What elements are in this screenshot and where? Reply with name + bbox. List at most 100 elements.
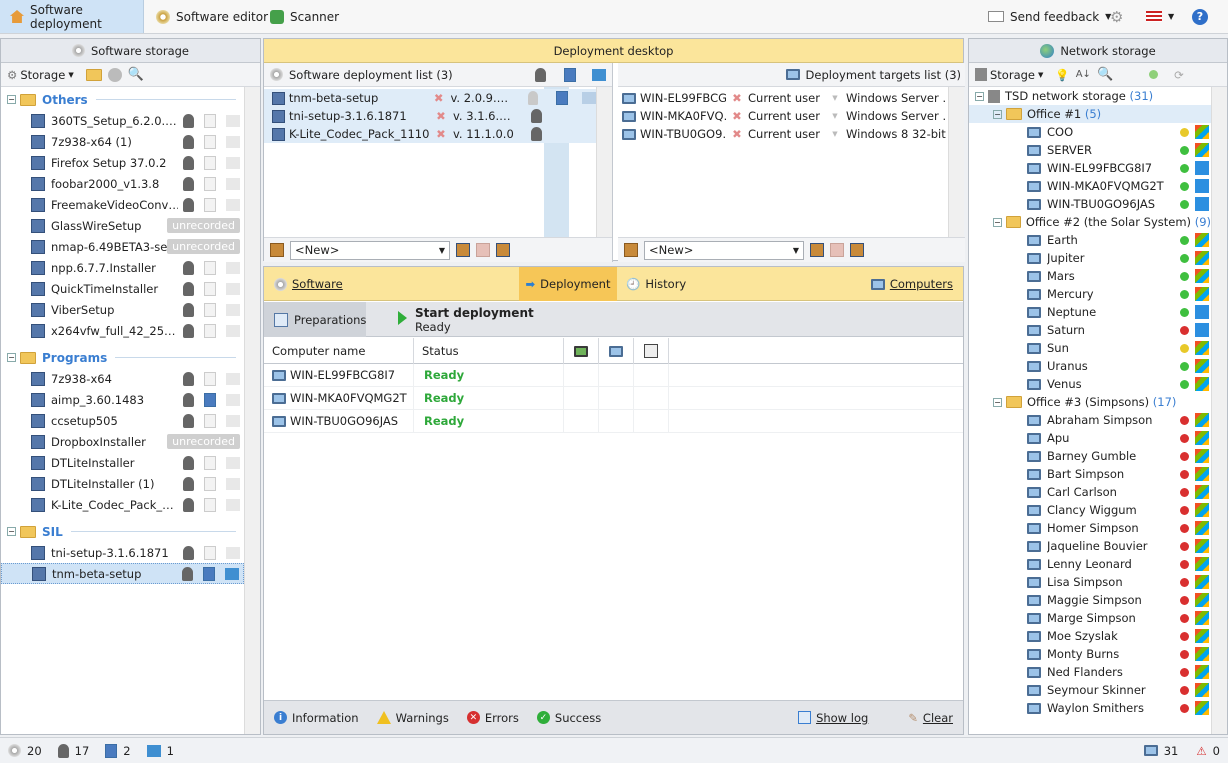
collapse-icon[interactable]: − xyxy=(7,527,16,536)
sw-list-item[interactable]: K-Lite_Codec_Pack_1110… ✖ v. 11.1.0.0 xyxy=(264,125,596,143)
column-computer-name[interactable]: Computer name xyxy=(264,338,414,364)
ghost-icon[interactable] xyxy=(182,566,193,581)
remove-icon[interactable]: ✖ xyxy=(726,91,748,105)
computer-node[interactable]: Homer Simpson xyxy=(969,519,1211,537)
collapse-icon[interactable]: − xyxy=(7,95,16,104)
storage-item[interactable]: DTLiteInstaller (1) xyxy=(1,473,244,494)
film-icon[interactable] xyxy=(204,497,216,512)
sw-list-item[interactable]: tni-setup-3.1.6.1871 ✖ v. 3.1.6.… xyxy=(264,107,596,125)
show-log-button[interactable]: Show log xyxy=(798,711,868,725)
computer-node[interactable]: Lenny Leonard xyxy=(969,555,1211,573)
chevron-down-icon[interactable]: ▼ xyxy=(824,112,846,120)
computer-node[interactable]: Bart Simpson xyxy=(969,465,1211,483)
storage-item[interactable]: K-Lite_Codec_Pack_… xyxy=(1,494,244,515)
sw-list-item[interactable]: tnm-beta-setup ✖ v. 2.0.9.… xyxy=(264,89,596,107)
ghost-icon[interactable] xyxy=(183,260,194,275)
language-button[interactable]: ▼ xyxy=(1136,0,1184,33)
storage-item[interactable]: 7z938-x64 (1) xyxy=(1,131,244,152)
storage-item[interactable]: tnm-beta-setup xyxy=(1,563,244,584)
target-list-item[interactable]: WIN-MKA0FVQ… ✖ Current user ▼ Windows Server… xyxy=(618,107,948,125)
load-preset-icon[interactable] xyxy=(496,243,510,257)
stack-icon[interactable] xyxy=(226,498,240,511)
film-icon[interactable] xyxy=(204,197,216,212)
storage-item[interactable]: nmap-6.49BETA3-se… unrecorded xyxy=(1,236,244,257)
computer-node[interactable]: Earth xyxy=(969,231,1211,249)
stack-icon[interactable] xyxy=(226,177,240,190)
settings-button[interactable]: ⚙ xyxy=(1100,0,1133,33)
stack-icon[interactable] xyxy=(225,567,239,580)
computer-node[interactable]: Jaqueline Bouvier xyxy=(969,537,1211,555)
film-icon[interactable] xyxy=(204,323,216,338)
film-icon[interactable] xyxy=(204,302,216,317)
computer-node[interactable]: Uranus xyxy=(969,357,1211,375)
storage-group[interactable]: − SIL xyxy=(1,521,244,542)
save-preset-icon[interactable] xyxy=(810,243,824,257)
ghost-icon[interactable] xyxy=(183,497,194,512)
stack-icon[interactable] xyxy=(592,68,606,81)
column-status[interactable]: Status xyxy=(414,338,564,364)
computer-node[interactable]: Waylon Smithers xyxy=(969,699,1211,717)
collapse-icon[interactable]: − xyxy=(7,353,16,362)
remove-icon[interactable]: ✖ xyxy=(427,91,451,105)
remove-icon[interactable]: ✖ xyxy=(726,109,748,123)
computer-node[interactable]: Marge Simpson xyxy=(969,609,1211,627)
storage-item[interactable]: GlassWireSetup unrecorded xyxy=(1,215,244,236)
storage-item[interactable]: Firefox Setup 37.0.2 xyxy=(1,152,244,173)
storage-item[interactable]: foobar2000_v1.3.8 xyxy=(1,173,244,194)
computer-node[interactable]: Mars xyxy=(969,267,1211,285)
help-button[interactable]: ? xyxy=(1182,0,1218,33)
ghost-icon[interactable] xyxy=(531,127,542,141)
computer-node[interactable]: Abraham Simpson xyxy=(969,411,1211,429)
stack-icon[interactable] xyxy=(226,477,240,490)
film-icon[interactable] xyxy=(204,392,216,407)
storage-item[interactable]: DropboxInstaller unrecorded xyxy=(1,431,244,452)
tab-history[interactable]: 🕘 History xyxy=(626,267,686,301)
warnings-filter[interactable]: Warnings xyxy=(376,711,449,725)
remove-icon[interactable]: ✖ xyxy=(429,109,453,123)
bulb-icon[interactable]: 💡 xyxy=(1055,68,1069,82)
search-icon[interactable]: 🔍 xyxy=(128,67,144,82)
storage-menu[interactable]: ⚙ Storage ▼ xyxy=(7,68,74,82)
storage-item[interactable]: aimp_3.60.1483 xyxy=(1,389,244,410)
ghost-icon[interactable] xyxy=(183,392,194,407)
computer-node[interactable]: Maggie Simpson xyxy=(969,591,1211,609)
computer-node[interactable]: Ned Flanders xyxy=(969,663,1211,681)
film-icon[interactable] xyxy=(204,413,216,428)
ghost-icon[interactable] xyxy=(183,197,194,212)
start-deployment-button[interactable]: Start deployment Ready xyxy=(398,306,534,334)
tab-computers[interactable]: Computers xyxy=(870,267,953,301)
errors-filter[interactable]: ✕ Errors xyxy=(466,711,519,725)
chevron-down-icon[interactable]: ▼ xyxy=(824,130,846,138)
column-counter[interactable] xyxy=(634,338,669,364)
storage-item[interactable]: ViberSetup xyxy=(1,299,244,320)
film-icon[interactable] xyxy=(204,155,216,170)
stack-icon[interactable] xyxy=(226,198,240,211)
ghost-icon[interactable] xyxy=(183,302,194,317)
film-icon[interactable] xyxy=(204,260,216,275)
stack-icon[interactable] xyxy=(226,456,240,469)
storage-group[interactable]: − Others xyxy=(1,89,244,110)
ghost-icon[interactable] xyxy=(531,109,542,123)
add-package-icon[interactable] xyxy=(107,67,122,82)
clear-button[interactable]: ✎ Clear xyxy=(908,711,953,725)
stack-icon[interactable] xyxy=(226,393,240,406)
load-preset-icon[interactable] xyxy=(850,243,864,257)
computer-node[interactable]: Venus xyxy=(969,375,1211,393)
ghost-icon[interactable] xyxy=(183,545,194,560)
computer-node[interactable]: Monty Burns xyxy=(969,645,1211,663)
chevron-down-icon[interactable]: ▼ xyxy=(824,94,846,102)
sort-icon[interactable]: A↓ xyxy=(1076,69,1091,80)
film-icon[interactable] xyxy=(564,67,576,82)
film-icon[interactable] xyxy=(204,134,216,149)
search-icon[interactable]: 🔍 xyxy=(1097,67,1113,82)
office-group[interactable]: − Office #1 (5) xyxy=(969,105,1211,123)
computer-node[interactable]: COO xyxy=(969,123,1211,141)
stack-icon[interactable] xyxy=(226,303,240,316)
stack-icon[interactable] xyxy=(226,135,240,148)
tab-software-editor[interactable]: Software editor xyxy=(146,0,278,33)
targets-scrollbar[interactable] xyxy=(948,87,964,237)
stack-icon[interactable] xyxy=(226,114,240,127)
column-window[interactable] xyxy=(599,338,634,364)
computer-node[interactable]: Moe Szyslak xyxy=(969,627,1211,645)
tab-software[interactable]: Software xyxy=(274,267,343,301)
